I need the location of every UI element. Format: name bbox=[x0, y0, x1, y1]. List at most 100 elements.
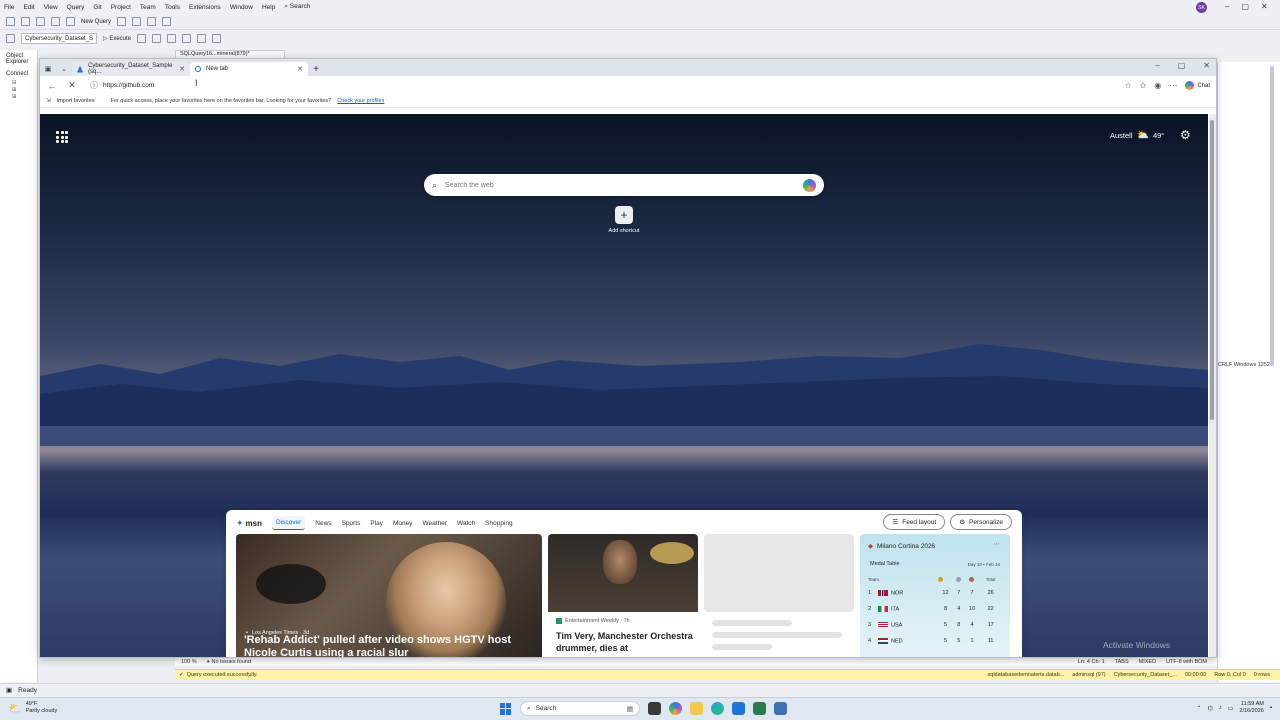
new-query-button[interactable]: New Query bbox=[81, 19, 111, 25]
editor-scrollbar[interactable] bbox=[1270, 66, 1274, 366]
tree-node[interactable]: ⊞ bbox=[0, 87, 37, 94]
news-headline[interactable]: 'Rehab Addict' pulled after video shows … bbox=[244, 634, 539, 657]
menu-git[interactable]: Git bbox=[93, 4, 101, 11]
search-input[interactable] bbox=[445, 181, 795, 189]
news-card-main[interactable]: ▪ Los Angeles Times · 3d 'Rehab Addict' p… bbox=[236, 534, 542, 657]
close-tab-icon[interactable]: ✕ bbox=[179, 65, 185, 73]
scrollbar-thumb[interactable] bbox=[1210, 120, 1214, 420]
minimize-icon[interactable]: – bbox=[1225, 2, 1229, 11]
nav-discover[interactable]: Discover bbox=[272, 516, 306, 530]
import-favorites-button[interactable]: Import favorites bbox=[57, 98, 95, 104]
outlook-icon[interactable] bbox=[732, 702, 745, 715]
menu-help[interactable]: Help bbox=[262, 4, 275, 11]
parse-icon[interactable] bbox=[152, 34, 161, 43]
start-button[interactable] bbox=[500, 702, 512, 715]
indent-icon[interactable] bbox=[212, 34, 221, 43]
new-tab-button[interactable]: + bbox=[308, 62, 324, 76]
menu-extensions[interactable]: Extensions bbox=[189, 4, 221, 11]
taskbar-weather[interactable]: ⛅ 49°F Partly cloudy bbox=[8, 701, 57, 715]
close-icon[interactable]: ✕ bbox=[1203, 61, 1210, 70]
apps-grid-icon[interactable] bbox=[56, 131, 68, 143]
forward-icon[interactable] bbox=[21, 17, 30, 26]
minimize-icon[interactable]: – bbox=[1155, 61, 1159, 70]
menu-project[interactable]: Project bbox=[111, 4, 131, 11]
nav-news[interactable]: News bbox=[315, 520, 331, 527]
back-icon[interactable] bbox=[6, 17, 15, 26]
connect-button[interactable]: Connect bbox=[0, 68, 37, 80]
menu-window[interactable]: Window bbox=[230, 4, 253, 11]
redo-icon[interactable] bbox=[162, 17, 172, 26]
nav-shopping[interactable]: Shopping bbox=[485, 520, 512, 527]
tree-node[interactable]: ⊟ bbox=[0, 80, 37, 87]
new-file-icon[interactable] bbox=[36, 17, 45, 26]
results-grid-icon[interactable] bbox=[167, 34, 176, 43]
comment-icon[interactable] bbox=[197, 34, 206, 43]
zoom-level[interactable]: 100 % bbox=[181, 659, 197, 665]
menu-search[interactable]: ⌕ Search bbox=[284, 3, 310, 11]
open-icon[interactable] bbox=[51, 17, 60, 26]
undo-icon[interactable] bbox=[147, 17, 157, 26]
ssms-app-icon[interactable] bbox=[774, 702, 787, 715]
stop-loading-icon[interactable]: ✕ bbox=[66, 80, 78, 91]
nav-weather[interactable]: Weather bbox=[423, 520, 447, 527]
tab-cybersecurity[interactable]: Cybersecurity_Dataset_Sample (sq... ✕ bbox=[72, 62, 190, 76]
weather-widget[interactable]: Austell ⛅ 49° bbox=[1110, 130, 1164, 141]
news-headline[interactable]: Tim Very, Manchester Orchestra drummer, … bbox=[556, 630, 696, 656]
menu-tools[interactable]: Tools bbox=[165, 4, 180, 11]
medal-table-card[interactable]: ◆ Milano Cortina 2026 ⋯ Medal Table Day 1… bbox=[860, 534, 1010, 657]
page-scrollbar[interactable] bbox=[1209, 114, 1216, 657]
nav-money[interactable]: Money bbox=[393, 520, 413, 527]
back-arrow-icon[interactable]: ← bbox=[46, 81, 58, 91]
execute-button[interactable]: ▷ Execute bbox=[103, 35, 131, 42]
tab-list-chevron-icon[interactable]: ⌄ bbox=[56, 62, 72, 76]
task-view-icon[interactable] bbox=[648, 702, 661, 715]
database-selector[interactable]: Cybersecurity_Dataset_S bbox=[21, 33, 98, 44]
close-tab-icon[interactable]: ✕ bbox=[297, 65, 303, 73]
results-text-icon[interactable] bbox=[182, 34, 191, 43]
more-options-icon[interactable]: ⋯ bbox=[993, 540, 1000, 548]
avatar[interactable]: SK bbox=[1196, 2, 1207, 13]
news-card-2[interactable]: Entertainment Weekly · 7h Tim Very, Manc… bbox=[548, 534, 698, 657]
menu-edit[interactable]: Edit bbox=[23, 4, 34, 11]
stop-icon[interactable] bbox=[137, 34, 146, 43]
gear-icon[interactable]: ⚙ bbox=[1180, 128, 1191, 142]
network-icon[interactable]: ⌬ bbox=[1207, 705, 1212, 712]
save-icon[interactable] bbox=[66, 17, 75, 26]
menu-team[interactable]: Team bbox=[140, 4, 156, 11]
feed-layout-button[interactable]: ☰ Feed layout bbox=[883, 514, 946, 530]
copilot-app-icon[interactable] bbox=[669, 702, 682, 715]
nav-watch[interactable]: Watch bbox=[457, 520, 475, 527]
more-icon[interactable]: ⋯ bbox=[1169, 81, 1177, 90]
favorites-icon[interactable]: ✩ bbox=[1140, 81, 1147, 90]
copilot-chat-button[interactable]: Chat bbox=[1185, 81, 1210, 90]
nav-play[interactable]: Play bbox=[370, 520, 383, 527]
maximize-icon[interactable]: ▢ bbox=[1178, 61, 1186, 70]
nav-sports[interactable]: Sports bbox=[342, 520, 361, 527]
table-row[interactable]: 1 NOR 12 7 7 26 bbox=[868, 585, 1002, 601]
clock[interactable]: 11:59 AM 2/16/2026 bbox=[1239, 701, 1263, 715]
info-icon[interactable]: ⓘ bbox=[90, 80, 98, 91]
tab-actions-icon[interactable]: ▣ bbox=[40, 62, 56, 76]
excel-icon[interactable] bbox=[753, 702, 766, 715]
connect-icon[interactable] bbox=[6, 34, 15, 43]
taskbar-search[interactable]: ⌕ Search ▤ bbox=[520, 701, 640, 716]
profile-icon[interactable]: ◉ bbox=[1154, 81, 1161, 90]
menu-file[interactable]: File bbox=[4, 4, 14, 11]
web-search-box[interactable]: ⌕ bbox=[424, 174, 824, 196]
menu-query[interactable]: Query bbox=[67, 4, 85, 11]
edge-app-icon[interactable] bbox=[711, 702, 724, 715]
battery-icon[interactable]: ▭ bbox=[1228, 705, 1234, 712]
copilot-icon[interactable] bbox=[803, 178, 816, 192]
add-shortcut-button[interactable]: + Add shortcut bbox=[606, 206, 642, 234]
paste-icon[interactable] bbox=[132, 17, 142, 26]
check-profiles-link[interactable]: Check your profiles bbox=[337, 98, 384, 104]
maximize-icon[interactable]: ▢ bbox=[1241, 2, 1249, 11]
personalize-button[interactable]: ⚙ Personalize bbox=[950, 514, 1012, 530]
table-row[interactable]: 4 NED 5 5 1 11 bbox=[868, 633, 1002, 649]
file-explorer-icon[interactable] bbox=[690, 702, 703, 715]
menu-view[interactable]: View bbox=[44, 4, 58, 11]
issues-indicator[interactable]: ● No issues found bbox=[207, 659, 251, 665]
msn-logo[interactable]: ✦ msn bbox=[236, 518, 262, 529]
tree-node[interactable]: ⊞ bbox=[0, 94, 37, 101]
table-row[interactable]: 3 USA 5 8 4 17 bbox=[868, 617, 1002, 633]
